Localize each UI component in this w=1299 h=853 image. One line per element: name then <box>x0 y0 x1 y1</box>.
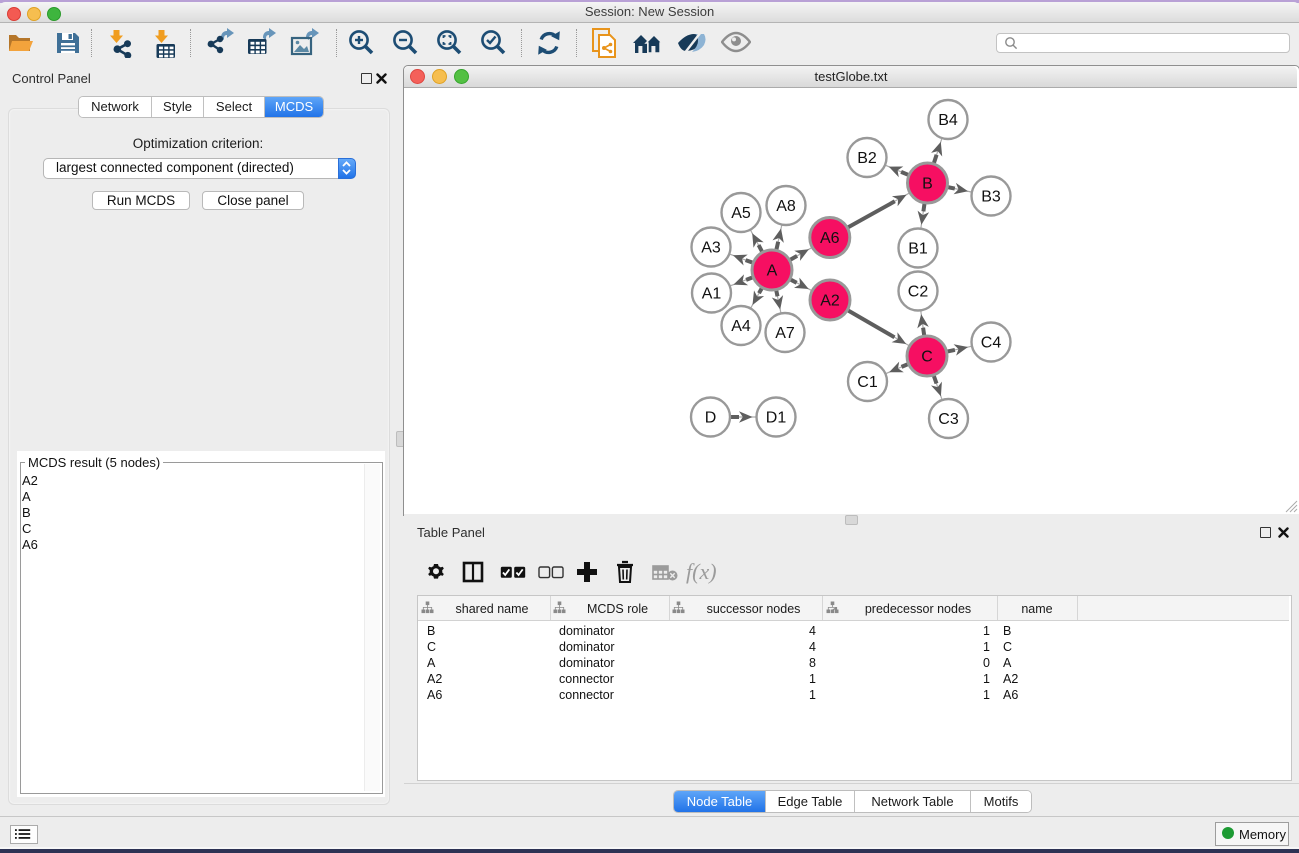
svg-text:A3: A3 <box>701 240 721 257</box>
svg-text:A7: A7 <box>775 325 795 342</box>
svg-text:A2: A2 <box>820 293 840 310</box>
svg-text:B2: B2 <box>857 150 877 167</box>
svg-text:A8: A8 <box>776 198 796 215</box>
svg-text:B1: B1 <box>908 241 928 258</box>
svg-text:B3: B3 <box>981 189 1001 206</box>
svg-text:D: D <box>705 410 717 427</box>
svg-text:A4: A4 <box>731 318 751 335</box>
svg-text:A5: A5 <box>731 205 751 222</box>
svg-text:C: C <box>921 349 933 366</box>
svg-text:C4: C4 <box>981 335 1002 352</box>
svg-text:C2: C2 <box>908 284 929 301</box>
svg-text:B: B <box>922 176 933 193</box>
svg-text:B4: B4 <box>938 112 958 129</box>
svg-text:C3: C3 <box>938 411 959 428</box>
svg-text:A6: A6 <box>820 230 840 247</box>
svg-text:C1: C1 <box>857 374 878 391</box>
svg-text:D1: D1 <box>766 410 787 427</box>
svg-text:A1: A1 <box>702 286 722 303</box>
svg-text:A: A <box>767 263 778 280</box>
